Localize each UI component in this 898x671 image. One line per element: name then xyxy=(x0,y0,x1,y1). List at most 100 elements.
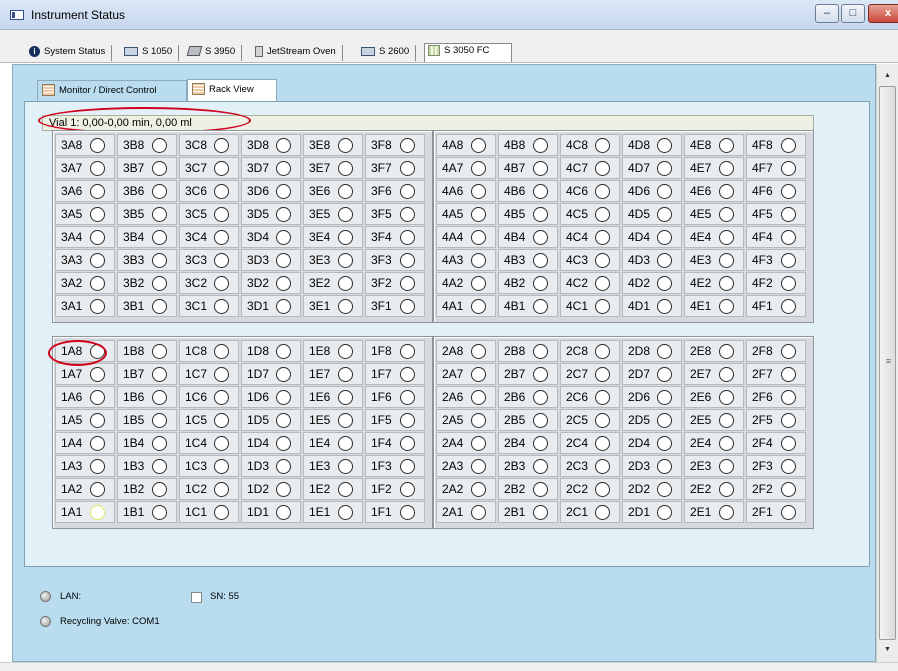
vial-radio-icon[interactable] xyxy=(338,413,353,428)
vial-radio-icon[interactable] xyxy=(719,253,734,268)
vial-radio-icon[interactable] xyxy=(533,184,548,199)
vial-cell-1f6[interactable]: 1F6 xyxy=(365,386,425,408)
vial-cell-3c6[interactable]: 3C6 xyxy=(179,180,239,202)
vial-radio-icon[interactable] xyxy=(781,138,796,153)
vial-cell-3a6[interactable]: 3A6 xyxy=(55,180,115,202)
vial-cell-2a8[interactable]: 2A8 xyxy=(436,340,496,362)
scroll-up-arrow-icon[interactable]: ▲ xyxy=(879,68,896,84)
vial-cell-2f3[interactable]: 2F3 xyxy=(746,455,806,477)
vial-cell-4c3[interactable]: 4C3 xyxy=(560,249,620,271)
vial-cell-2c7[interactable]: 2C7 xyxy=(560,363,620,385)
vial-cell-2b3[interactable]: 2B3 xyxy=(498,455,558,477)
vial-radio-icon[interactable] xyxy=(657,344,672,359)
vial-cell-2f4[interactable]: 2F4 xyxy=(746,432,806,454)
vial-cell-1f5[interactable]: 1F5 xyxy=(365,409,425,431)
vial-cell-1c5[interactable]: 1C5 xyxy=(179,409,239,431)
vial-radio-icon[interactable] xyxy=(719,436,734,451)
vial-cell-4f5[interactable]: 4F5 xyxy=(746,203,806,225)
vial-cell-2a1[interactable]: 2A1 xyxy=(436,501,496,523)
vial-cell-4f2[interactable]: 4F2 xyxy=(746,272,806,294)
vial-cell-4f7[interactable]: 4F7 xyxy=(746,157,806,179)
vial-cell-1c6[interactable]: 1C6 xyxy=(179,386,239,408)
vial-radio-icon[interactable] xyxy=(276,505,291,520)
vial-cell-3c4[interactable]: 3C4 xyxy=(179,226,239,248)
vial-cell-2e2[interactable]: 2E2 xyxy=(684,478,744,500)
vial-radio-icon[interactable] xyxy=(657,138,672,153)
vial-cell-1a3[interactable]: 1A3 xyxy=(55,455,115,477)
vial-cell-4d3[interactable]: 4D3 xyxy=(622,249,682,271)
vial-radio-icon[interactable] xyxy=(533,276,548,291)
vial-radio-icon[interactable] xyxy=(471,161,486,176)
vial-radio-icon[interactable] xyxy=(471,390,486,405)
tab-s-3950[interactable]: S 3950 xyxy=(185,45,243,61)
vial-radio-icon[interactable] xyxy=(657,207,672,222)
vial-radio-icon[interactable] xyxy=(657,184,672,199)
vial-radio-icon[interactable] xyxy=(719,230,734,245)
vial-radio-icon[interactable] xyxy=(338,230,353,245)
vial-cell-3f3[interactable]: 3F3 xyxy=(365,249,425,271)
vial-radio-icon[interactable] xyxy=(338,459,353,474)
scroll-thumb[interactable]: ≡ xyxy=(879,86,896,640)
vial-cell-4a1[interactable]: 4A1 xyxy=(436,295,496,317)
vial-cell-3a2[interactable]: 3A2 xyxy=(55,272,115,294)
vial-cell-3c1[interactable]: 3C1 xyxy=(179,295,239,317)
vial-cell-2e1[interactable]: 2E1 xyxy=(684,501,744,523)
vial-cell-1a2[interactable]: 1A2 xyxy=(55,478,115,500)
vial-radio-icon[interactable] xyxy=(400,367,415,382)
vial-radio-icon[interactable] xyxy=(719,138,734,153)
vial-radio-icon[interactable] xyxy=(719,207,734,222)
vial-cell-4e7[interactable]: 4E7 xyxy=(684,157,744,179)
vial-cell-4d1[interactable]: 4D1 xyxy=(622,295,682,317)
vial-radio-icon[interactable] xyxy=(719,413,734,428)
vial-cell-2d6[interactable]: 2D6 xyxy=(622,386,682,408)
vial-cell-3c8[interactable]: 3C8 xyxy=(179,134,239,156)
vial-cell-2a3[interactable]: 2A3 xyxy=(436,455,496,477)
vial-cell-1d3[interactable]: 1D3 xyxy=(241,455,301,477)
vial-radio-icon[interactable] xyxy=(533,482,548,497)
vial-radio-icon[interactable] xyxy=(338,390,353,405)
vial-cell-4c7[interactable]: 4C7 xyxy=(560,157,620,179)
vial-cell-1d7[interactable]: 1D7 xyxy=(241,363,301,385)
vial-radio-icon[interactable] xyxy=(719,276,734,291)
vial-radio-icon[interactable] xyxy=(152,138,167,153)
vial-radio-icon[interactable] xyxy=(400,459,415,474)
vial-radio-icon[interactable] xyxy=(533,253,548,268)
vial-cell-1a7[interactable]: 1A7 xyxy=(55,363,115,385)
vial-radio-icon[interactable] xyxy=(719,344,734,359)
maximize-button[interactable]: □ xyxy=(841,4,865,23)
vial-radio-icon[interactable] xyxy=(781,482,796,497)
vial-radio-icon[interactable] xyxy=(781,367,796,382)
vial-radio-icon[interactable] xyxy=(719,184,734,199)
vial-radio-icon[interactable] xyxy=(471,436,486,451)
vial-radio-icon[interactable] xyxy=(533,138,548,153)
vial-radio-icon[interactable] xyxy=(595,482,610,497)
vial-cell-3f5[interactable]: 3F5 xyxy=(365,203,425,225)
vial-radio-icon[interactable] xyxy=(90,390,105,405)
vial-radio-icon[interactable] xyxy=(338,184,353,199)
vial-radio-icon[interactable] xyxy=(90,505,105,520)
vial-cell-2d5[interactable]: 2D5 xyxy=(622,409,682,431)
vial-radio-icon[interactable] xyxy=(214,299,229,314)
vial-cell-1e2[interactable]: 1E2 xyxy=(303,478,363,500)
vial-radio-icon[interactable] xyxy=(90,207,105,222)
tab-s-2600[interactable]: S 2600 xyxy=(358,45,417,61)
vial-radio-icon[interactable] xyxy=(90,436,105,451)
vial-cell-1a1[interactable]: 1A1 xyxy=(55,501,115,523)
tab-jetstream-oven[interactable]: JetStream Oven xyxy=(252,45,343,61)
vial-radio-icon[interactable] xyxy=(152,413,167,428)
vial-cell-1f8[interactable]: 1F8 xyxy=(365,340,425,362)
vial-radio-icon[interactable] xyxy=(657,367,672,382)
tab-rack-view[interactable]: Rack View xyxy=(187,79,277,101)
vial-radio-icon[interactable] xyxy=(533,390,548,405)
vial-radio-icon[interactable] xyxy=(90,482,105,497)
vial-radio-icon[interactable] xyxy=(533,459,548,474)
vial-radio-icon[interactable] xyxy=(657,482,672,497)
vial-radio-icon[interactable] xyxy=(214,161,229,176)
vial-cell-4c2[interactable]: 4C2 xyxy=(560,272,620,294)
vial-cell-2c6[interactable]: 2C6 xyxy=(560,386,620,408)
vial-radio-icon[interactable] xyxy=(533,436,548,451)
vial-radio-icon[interactable] xyxy=(152,161,167,176)
vial-radio-icon[interactable] xyxy=(338,253,353,268)
vial-cell-2d4[interactable]: 2D4 xyxy=(622,432,682,454)
vial-radio-icon[interactable] xyxy=(214,138,229,153)
